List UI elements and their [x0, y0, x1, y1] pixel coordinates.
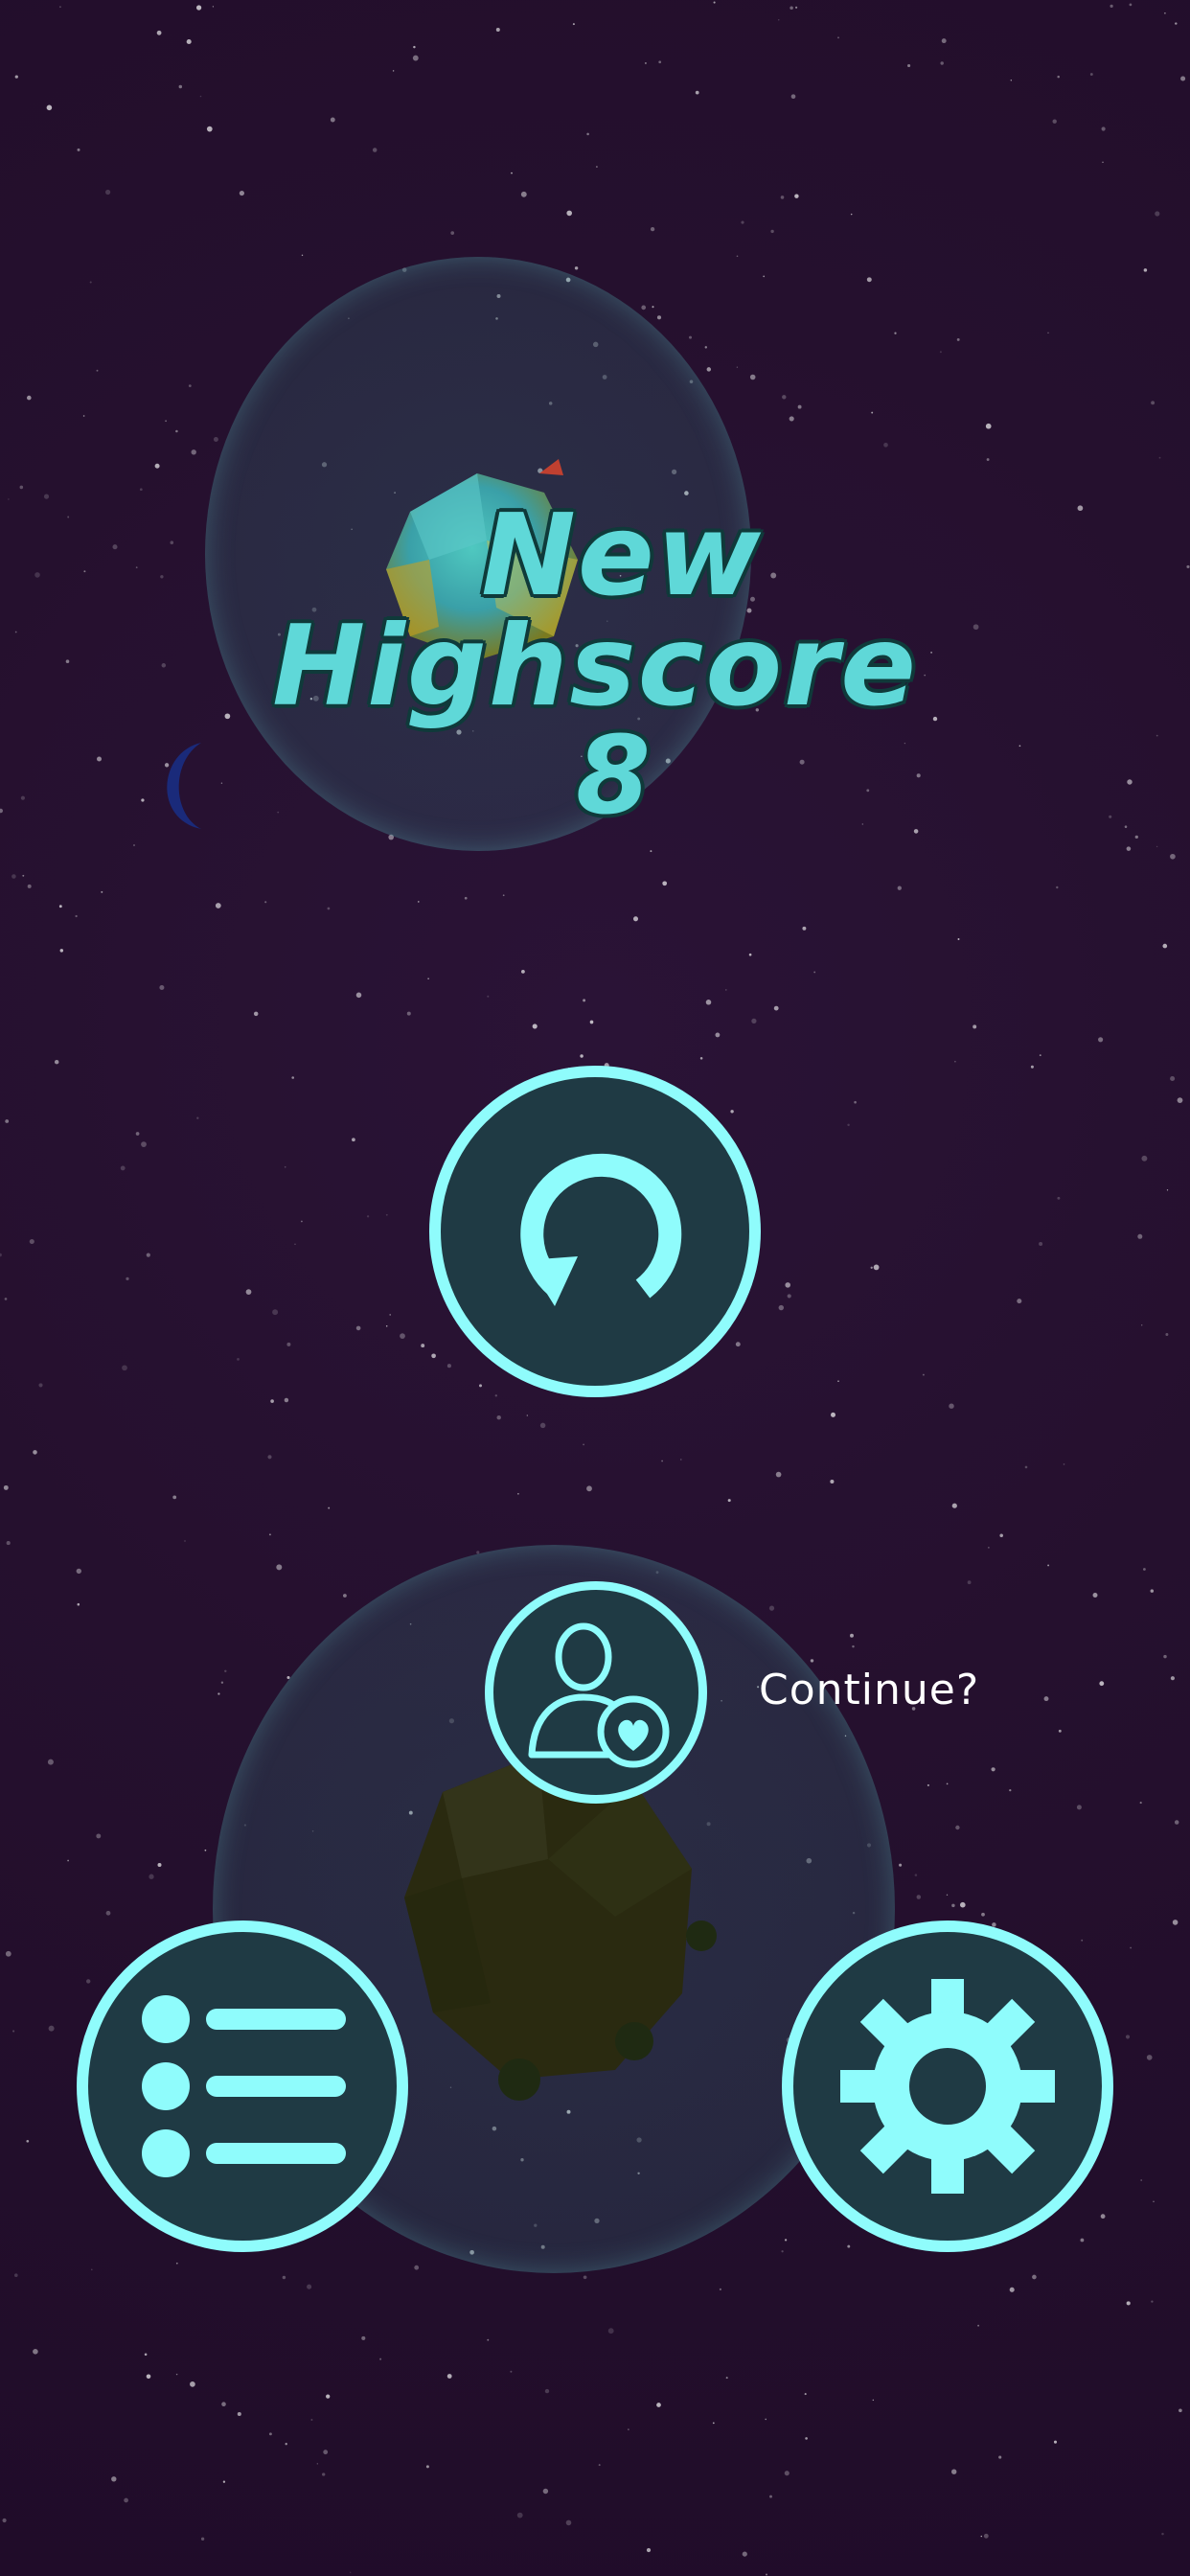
user-heart-icon [515, 1611, 677, 1774]
menu-button[interactable] [77, 1920, 408, 2252]
gear-icon [837, 1976, 1058, 2196]
settings-button[interactable] [782, 1920, 1113, 2252]
title-new: New [481, 489, 763, 621]
restart-button[interactable] [429, 1066, 761, 1397]
title-highscore: Highscore [272, 602, 918, 731]
game-screen: New Highscore 8 Continue? [0, 0, 1190, 2576]
restart-icon [499, 1136, 691, 1327]
continue-label[interactable]: Continue? [759, 1666, 979, 1714]
continue-button[interactable] [485, 1581, 707, 1804]
highscore-title: New Highscore 8 [0, 498, 1190, 830]
highscore-value: 8 [576, 714, 652, 839]
list-icon [137, 1981, 348, 2192]
